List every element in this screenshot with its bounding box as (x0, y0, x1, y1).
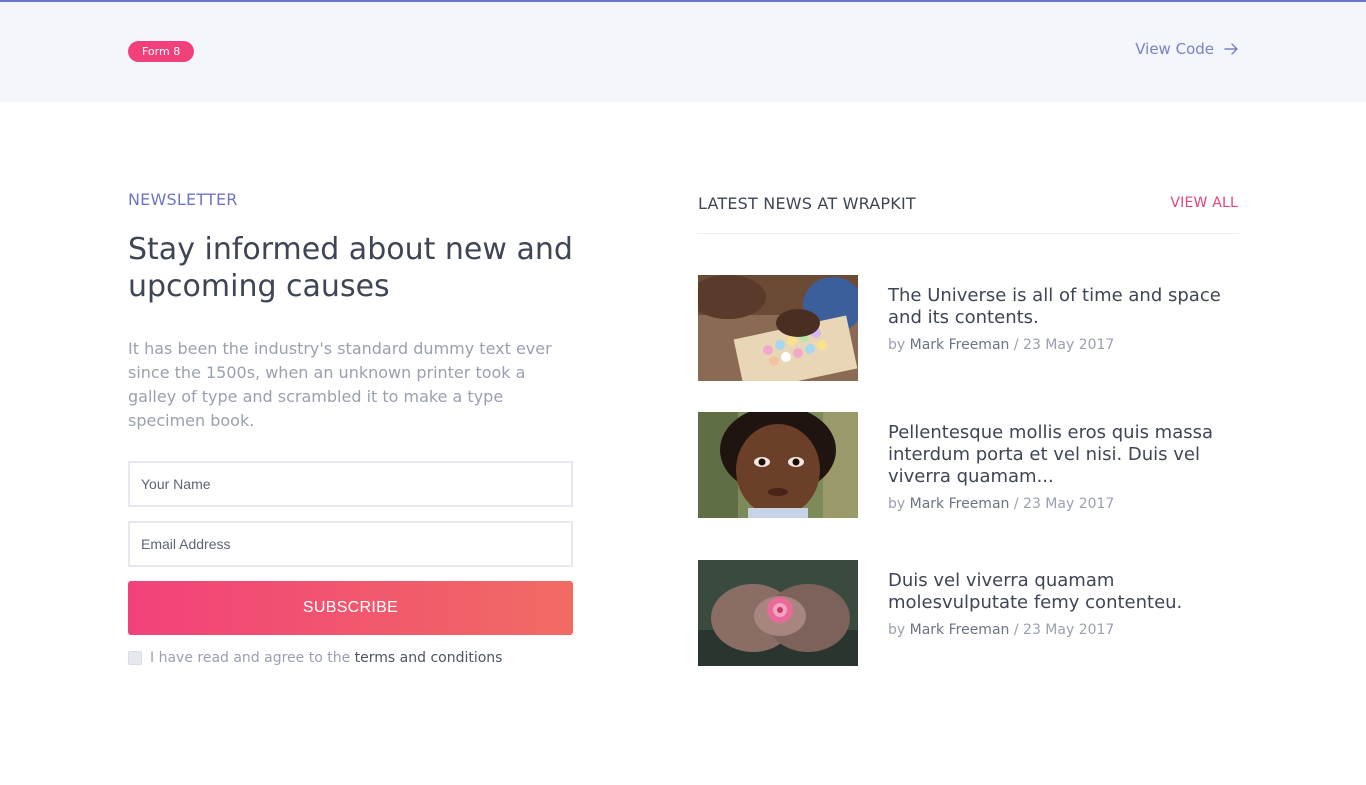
news-thumbnail-child[interactable] (698, 412, 858, 518)
meta-by: by (888, 337, 906, 353)
news-section: LATEST NEWS AT WRAPKIT VIEW ALL (698, 190, 1238, 234)
meta-date: 23 May 2017 (1023, 337, 1115, 353)
meta-author[interactable]: Mark Freeman (910, 337, 1010, 353)
meta-author[interactable]: Mark Freeman (910, 622, 1010, 638)
arrow-right-icon (1224, 43, 1238, 55)
news-item-meta: by Mark Freeman / 23 May 2017 (888, 337, 1238, 353)
view-all-link[interactable]: VIEW ALL (1170, 195, 1238, 211)
terms-link[interactable]: terms and conditions (355, 650, 503, 666)
news-thumbnail-chalk[interactable] (698, 275, 858, 381)
news-header-title: LATEST NEWS AT WRAPKIT (698, 194, 916, 213)
news-item-text: The Universe is all of time and space an… (888, 285, 1238, 353)
news-header: LATEST NEWS AT WRAPKIT VIEW ALL (698, 190, 1238, 234)
newsletter-description: It has been the industry's standard dumm… (128, 339, 552, 430)
hands-flower-photo-icon (698, 560, 858, 666)
news-item-text: Duis vel viverra quamam molesvulputate f… (888, 570, 1238, 638)
newsletter-kicker: NEWSLETTER (128, 190, 238, 209)
name-input[interactable] (128, 461, 573, 507)
news-item-title[interactable]: Duis vel viverra quamam molesvulputate f… (888, 570, 1238, 614)
news-item-title[interactable]: The Universe is all of time and space an… (888, 285, 1238, 329)
news-item-meta: by Mark Freeman / 23 May 2017 (888, 496, 1238, 512)
meta-by: by (888, 496, 906, 512)
form-badge: Form 8 (128, 41, 195, 62)
view-code-label: View Code (1135, 40, 1214, 58)
meta-author[interactable]: Mark Freeman (910, 496, 1010, 512)
agree-prefix: I have read and agree to the (150, 650, 351, 666)
agree-checkbox[interactable] (128, 651, 142, 665)
terms-agreement: I have read and agree to the terms and c… (128, 650, 502, 666)
child-portrait-photo-icon (698, 412, 858, 518)
meta-by: by (888, 622, 906, 638)
news-item-meta: by Mark Freeman / 23 May 2017 (888, 622, 1238, 638)
meta-separator: / (1013, 622, 1019, 638)
meta-date: 23 May 2017 (1023, 622, 1115, 638)
meta-separator: / (1013, 496, 1019, 512)
news-item-text: Pellentesque mollis eros quis massa inte… (888, 422, 1238, 512)
news-thumbnail-hands[interactable] (698, 560, 858, 666)
chalk-photo-icon (698, 275, 858, 381)
meta-separator: / (1013, 337, 1019, 353)
subscribe-button[interactable]: SUBSCRIBE (128, 581, 573, 635)
news-item-title[interactable]: Pellentesque mollis eros quis massa inte… (888, 422, 1238, 488)
newsletter-section: NEWSLETTER Stay informed about new and u… (128, 190, 573, 433)
newsletter-headline: Stay informed about new and upcoming cau… (128, 232, 573, 304)
meta-date: 23 May 2017 (1023, 496, 1115, 512)
email-input[interactable] (128, 521, 573, 567)
view-code-link[interactable]: View Code (1135, 40, 1238, 58)
